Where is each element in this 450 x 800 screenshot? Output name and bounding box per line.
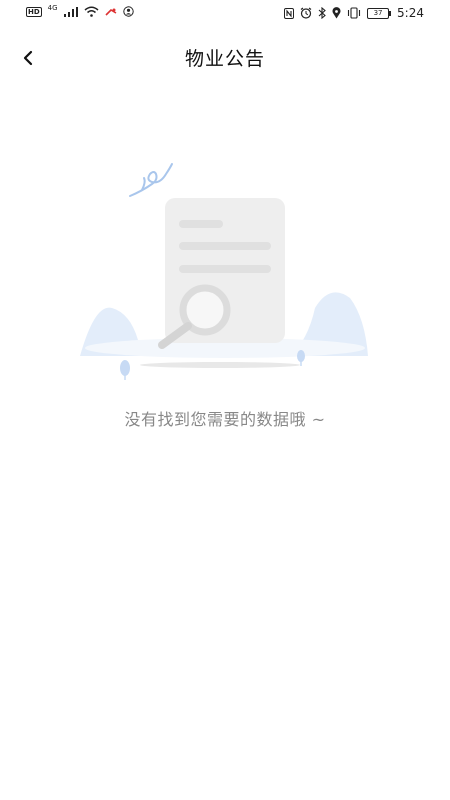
bluetooth-icon: [318, 7, 326, 19]
empty-state-message: 没有找到您需要的数据哦 ~: [124, 410, 326, 429]
account-icon: [122, 6, 134, 17]
nfc-icon: [284, 7, 295, 19]
page-title: 物业公告: [184, 48, 265, 70]
empty-state-illustration: [80, 163, 368, 380]
location-icon: [332, 7, 341, 19]
status-bar: HD 4G 37 5:24: [0, 0, 450, 28]
notification-icon: [104, 8, 116, 16]
vibrate-icon: [347, 7, 361, 19]
battery-icon: 37: [367, 7, 392, 19]
status-time: 5:24: [397, 6, 424, 20]
network-type: 4G: [47, 3, 58, 12]
alarm-icon: [300, 7, 312, 19]
status-bar-right: 37 5:24: [284, 6, 424, 20]
hd-icon: HD: [26, 6, 42, 17]
status-bar-left: HD 4G: [26, 3, 134, 17]
wifi-icon: [84, 6, 99, 17]
screen: HD 4G 37 5:24 物业公告 没有找到您需要的数据哦 ~: [0, 0, 450, 800]
signal-icon: [63, 6, 78, 17]
header: 物业公告: [0, 36, 450, 78]
